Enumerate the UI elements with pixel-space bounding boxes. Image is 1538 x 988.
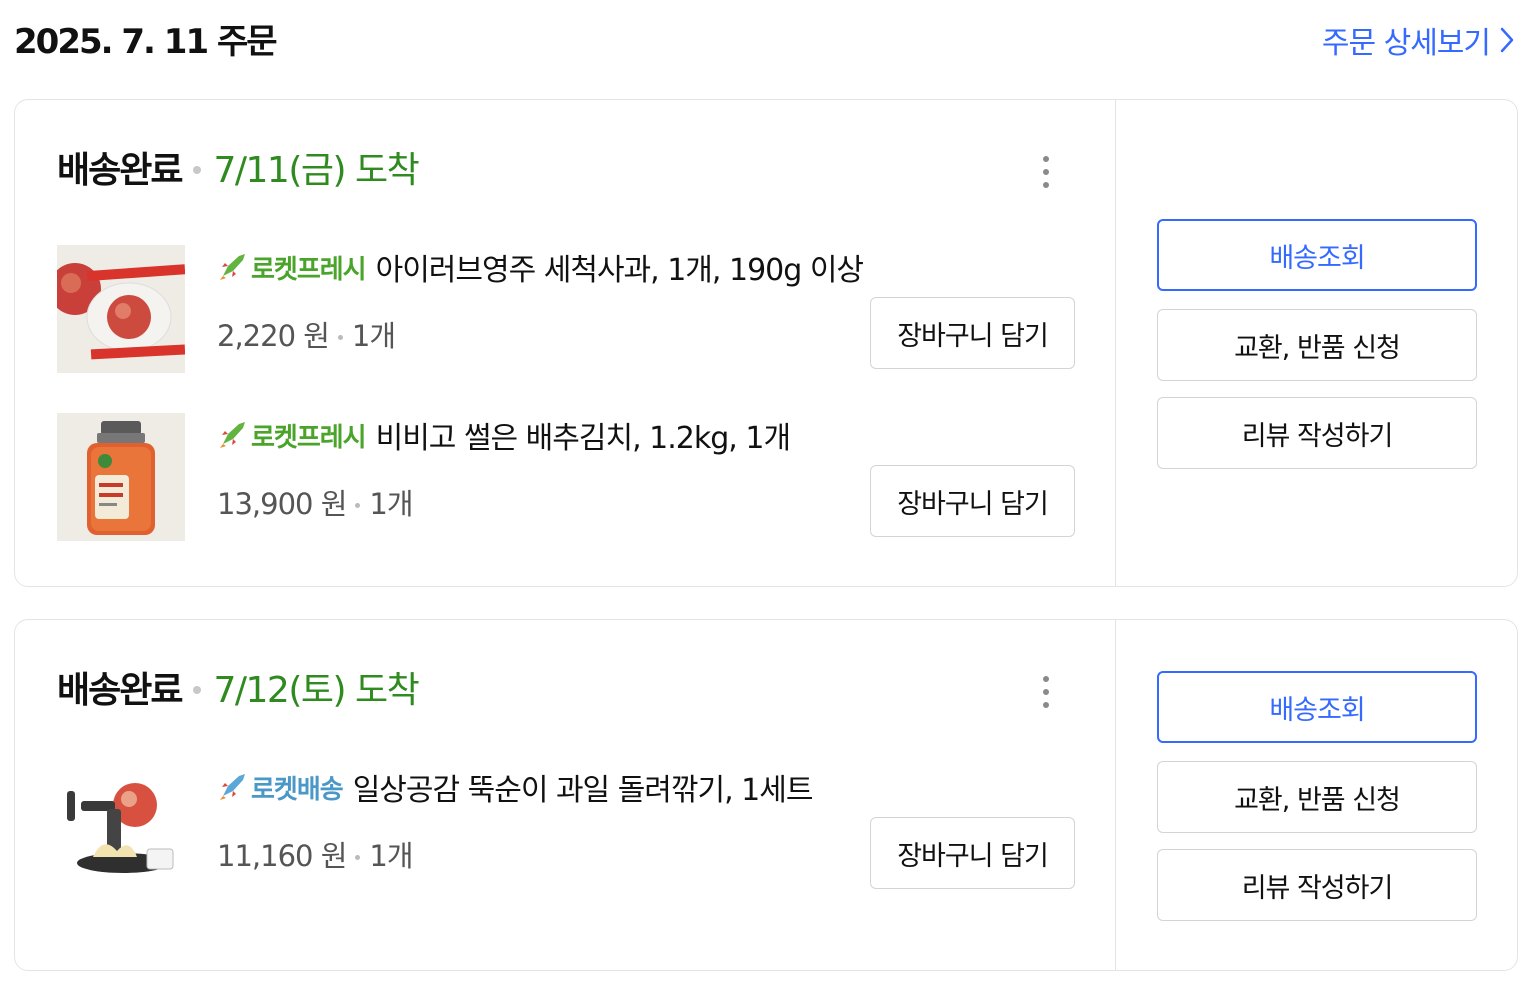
item-quantity: 1개 [369,487,413,521]
shipment-status-line: 배송완료 7/11(금) 도착 [57,142,420,192]
exchange-return-button[interactable]: 교환, 반품 신청 [1157,761,1477,833]
delivery-status: 배송완료 [57,670,183,711]
item-price: 2,220 원 [217,319,330,353]
separator-dot [337,334,343,340]
order-header: 2025. 7. 11 주문 주문 상세보기 [14,10,1514,66]
shipment-items-panel: 배송완료 7/12(토) 도착 로켓배송 일상공감 뚝순이 과일 돌려깎기, 1… [15,620,1116,970]
separator-dot [355,502,361,508]
shipment-card: 배송완료 7/11(금) 도착 로켓프레시 아이러브영주 세척사과, 1개, 1… [14,99,1518,587]
shipment-status-line: 배송완료 7/12(토) 도착 [57,662,420,712]
separator-dot [355,854,361,860]
write-review-button[interactable]: 리뷰 작성하기 [1157,397,1477,469]
item-quantity: 1개 [369,839,413,873]
kimchi-jar-product-icon[interactable] [57,413,185,541]
price-line: 11,160 원 1개 [217,833,414,875]
rocket-fresh-badge: 로켓프레시 [251,254,367,285]
rocket-delivery-badge: 로켓배송 [251,774,344,805]
more-options-icon[interactable] [1035,152,1057,192]
item-quantity: 1개 [351,319,396,353]
rocket-icon [220,774,245,800]
order-detail-link[interactable]: 주문 상세보기 [1322,18,1514,62]
item-name: 비비고 썰은 배추김치, 1.2kg, 1개 [375,421,791,456]
shipment-card: 배송완료 7/12(토) 도착 로켓배송 일상공감 뚝순이 과일 돌려깎기, 1… [14,619,1518,971]
add-to-cart-button[interactable]: 장바구니 담기 [870,465,1075,537]
price-line: 13,900 원 1개 [217,481,414,523]
rocket-icon [220,254,245,280]
shipment-actions-panel: 배송조회 교환, 반품 신청 리뷰 작성하기 [1116,620,1517,970]
item-name: 일상공감 뚝순이 과일 돌려깎기, 1세트 [352,773,814,808]
delivery-status: 배송완료 [57,150,183,191]
exchange-return-button[interactable]: 교환, 반품 신청 [1157,309,1477,381]
more-options-icon[interactable] [1035,672,1057,712]
add-to-cart-button[interactable]: 장바구니 담기 [870,297,1075,369]
order-list-page: 2025. 7. 11 주문 주문 상세보기 배송완료 7/11(금) 도착 로… [0,0,1538,988]
item-price: 11,160 원 [217,839,347,873]
order-item: 로켓프레시 비비고 썰은 배추김치, 1.2kg, 1개 13,900 원 1개… [57,413,1077,541]
arrival-date: 7/12(토) 도착 [213,670,419,711]
price-line: 2,220 원 1개 [217,313,396,355]
fruit-peeler-product-icon[interactable] [57,765,185,893]
item-title[interactable]: 로켓프레시 아이러브영주 세척사과, 1개, 190g 이상 [217,245,864,289]
order-detail-link-label: 주문 상세보기 [1321,26,1491,61]
shipment-actions-panel: 배송조회 교환, 반품 신청 리뷰 작성하기 [1116,100,1517,586]
item-price: 13,900 원 [217,487,347,521]
rocket-icon [220,422,245,448]
order-item: 로켓배송 일상공감 뚝순이 과일 돌려깎기, 1세트 11,160 원 1개 장… [57,765,1077,893]
track-delivery-button[interactable]: 배송조회 [1157,219,1477,291]
order-item: 로켓프레시 아이러브영주 세척사과, 1개, 190g 이상 2,220 원 1… [57,245,1077,373]
item-title[interactable]: 로켓프레시 비비고 썰은 배추김치, 1.2kg, 1개 [217,413,791,457]
chevron-right-icon [1500,27,1514,53]
item-title[interactable]: 로켓배송 일상공감 뚝순이 과일 돌려깎기, 1세트 [217,765,814,809]
add-to-cart-button[interactable]: 장바구니 담기 [870,817,1075,889]
item-name: 아이러브영주 세척사과, 1개, 190g 이상 [375,253,864,288]
apple-product-icon[interactable] [57,245,185,373]
track-delivery-button[interactable]: 배송조회 [1157,671,1477,743]
shipment-items-panel: 배송완료 7/11(금) 도착 로켓프레시 아이러브영주 세척사과, 1개, 1… [15,100,1116,586]
separator-dot [193,166,202,174]
order-date-title: 2025. 7. 11 주문 [14,22,278,62]
rocket-fresh-badge: 로켓프레시 [251,422,367,453]
write-review-button[interactable]: 리뷰 작성하기 [1157,849,1477,921]
separator-dot [193,686,202,694]
arrival-date: 7/11(금) 도착 [213,150,419,191]
